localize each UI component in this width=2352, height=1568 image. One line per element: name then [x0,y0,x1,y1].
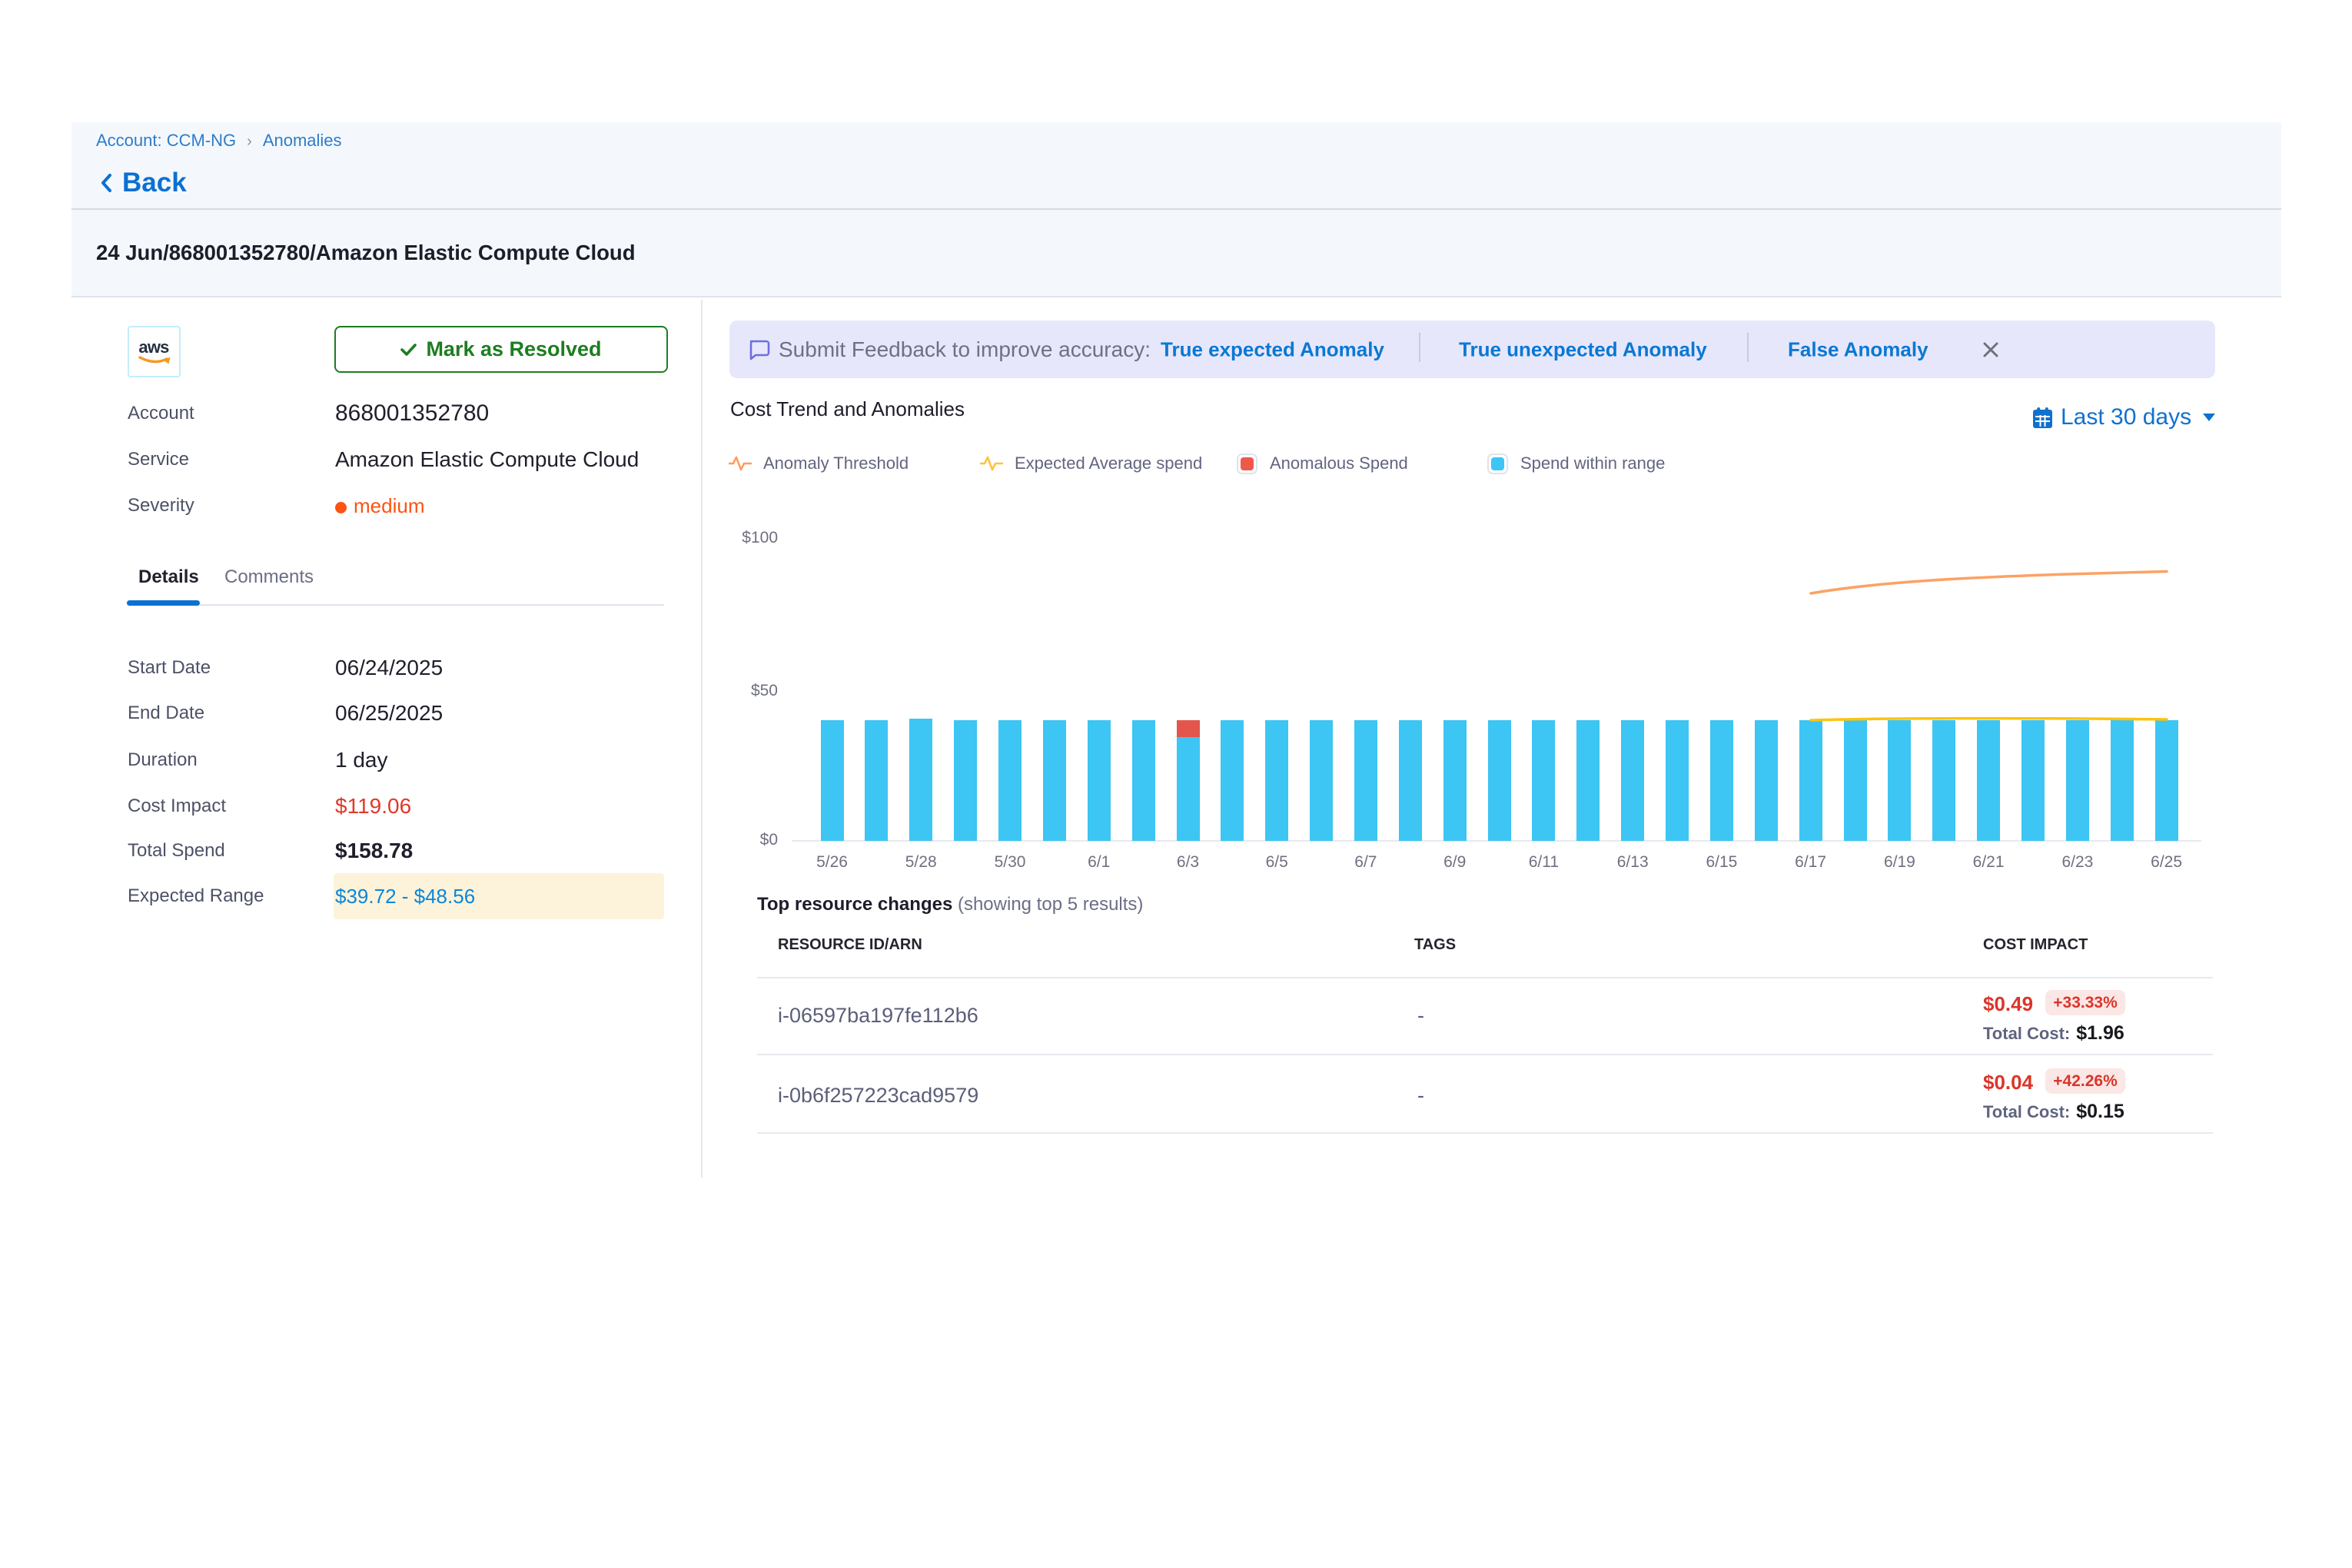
svg-text:aws: aws [138,337,169,357]
